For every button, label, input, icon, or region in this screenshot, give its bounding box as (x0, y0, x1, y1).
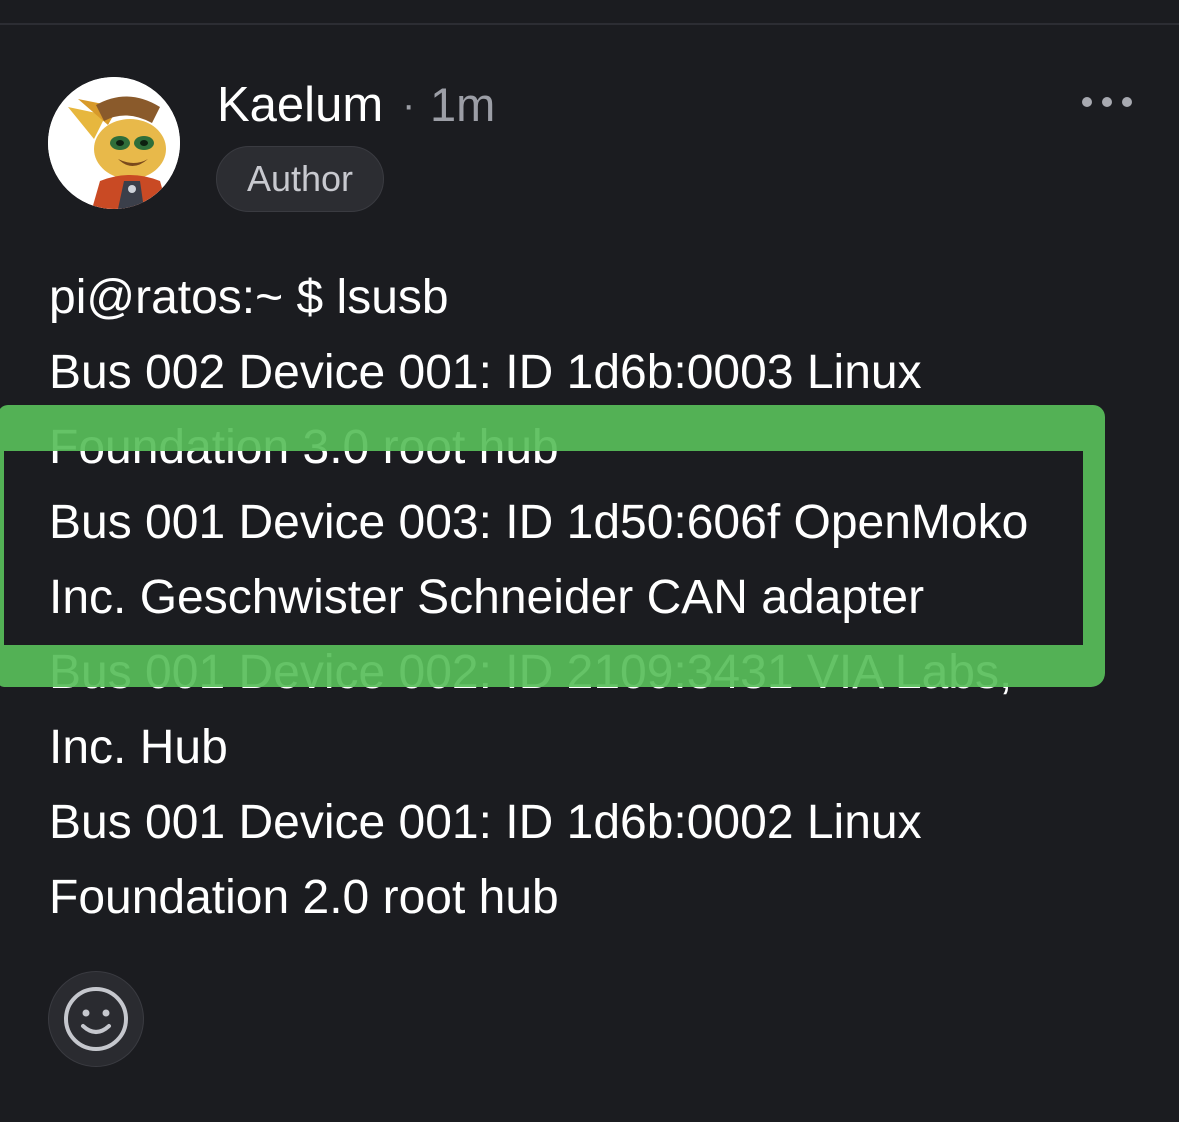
author-badge: Author (216, 146, 384, 212)
avatar-image (48, 77, 180, 209)
post-line: Foundation 3.0 root hub (49, 421, 559, 474)
more-horizontal-icon (1102, 97, 1112, 107)
post-line: Inc. Hub (49, 721, 228, 774)
post-body: pi@ratos:~ $ lsusb Bus 002 Device 001: I… (49, 260, 1129, 935)
top-divider (0, 23, 1179, 25)
post-line: Bus 001 Device 003: ID 1d50:606f OpenMok… (49, 496, 1029, 549)
more-horizontal-icon (1082, 97, 1092, 107)
smiley-face-icon (64, 987, 128, 1051)
author-name[interactable]: Kaelum (217, 77, 383, 133)
post-line: Bus 001 Device 001: ID 1d6b:0002 Linux (49, 796, 922, 849)
avatar[interactable] (48, 77, 180, 209)
more-options-button[interactable] (1072, 84, 1142, 120)
add-reaction-button[interactable] (48, 971, 144, 1067)
post-line: Bus 001 Device 002: ID 2109:3431 VIA Lab… (49, 646, 1013, 699)
post-timestamp: 1m (430, 78, 496, 131)
more-horizontal-icon (1122, 97, 1132, 107)
meta-separator: · (402, 83, 416, 127)
post-line: Foundation 2.0 root hub (49, 871, 559, 924)
post-line: Bus 002 Device 001: ID 1d6b:0003 Linux (49, 346, 922, 399)
post-line: pi@ratos:~ $ lsusb (49, 271, 449, 324)
post-line: Inc. Geschwister Schneider CAN adapter (49, 571, 925, 624)
